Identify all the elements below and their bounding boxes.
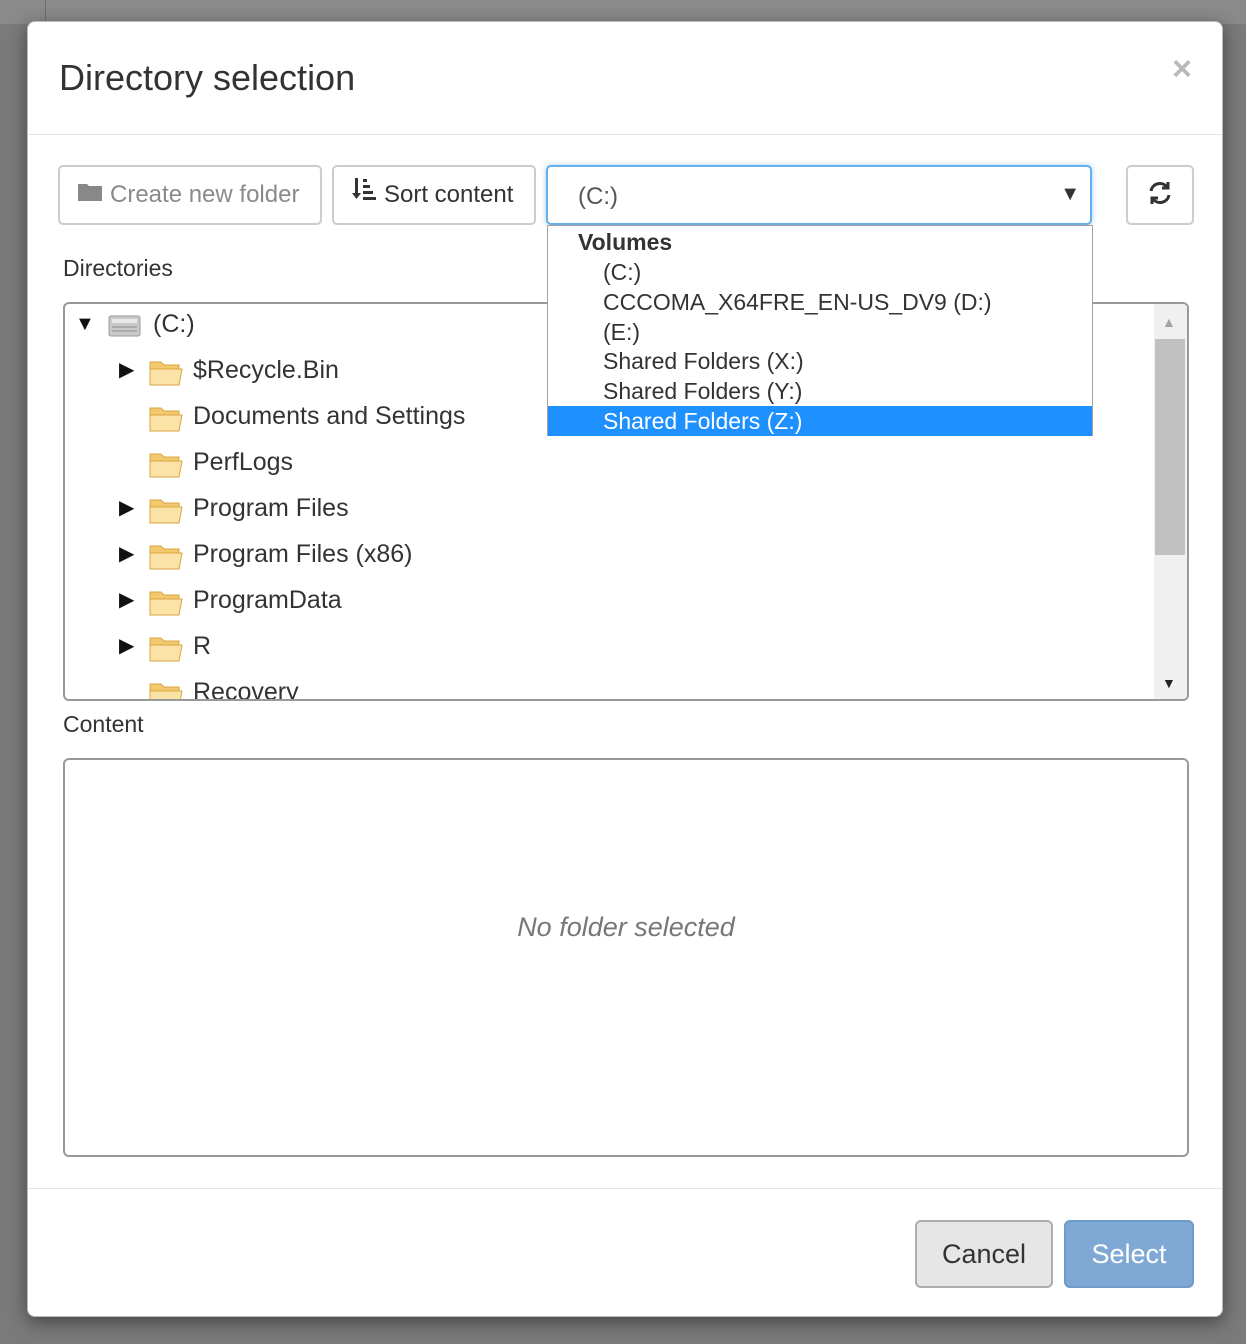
volume-option-x[interactable]: Shared Folders (X:) [548, 346, 1092, 376]
tree-scrollbar[interactable]: ▲ ▼ [1154, 304, 1187, 699]
dialog-footer: Cancel Select [28, 1188, 1222, 1316]
volume-dropdown-list: Volumes (C:) CCCOMA_X64FRE_EN-US_DV9 (D:… [547, 225, 1093, 436]
caret-right-icon[interactable]: ▶ [119, 580, 134, 620]
caret-right-icon[interactable]: ▶ [119, 488, 134, 528]
select-button[interactable]: Select [1064, 1220, 1194, 1288]
refresh-button[interactable] [1126, 165, 1194, 225]
drive-icon [108, 309, 141, 349]
tree-item-label: PerfLogs [193, 448, 294, 476]
folder-open-icon [149, 450, 183, 490]
sort-amount-down-icon [352, 166, 376, 222]
create-new-folder-button[interactable]: Create new folder [58, 165, 322, 225]
directory-selection-dialog: Directory selection × Create new folder … [27, 21, 1223, 1317]
tree-item-label: ProgramData [193, 586, 342, 614]
directories-label: Directories [63, 255, 173, 281]
volume-option-z[interactable]: Shared Folders (Z:) [548, 406, 1092, 436]
sort-content-label: Sort content [384, 181, 514, 208]
tree-item-label: $Recycle.Bin [193, 356, 339, 384]
scrollbar-thumb[interactable] [1155, 339, 1185, 555]
caret-right-icon[interactable]: ▶ [119, 350, 134, 390]
refresh-icon [1147, 171, 1173, 227]
tree-item-label: Program Files (x86) [193, 540, 413, 568]
create-new-folder-label: Create new folder [110, 181, 300, 208]
folder-open-icon [149, 634, 183, 674]
volume-option-d[interactable]: CCCOMA_X64FRE_EN-US_DV9 (D:) [548, 287, 1092, 317]
caret-right-icon[interactable]: ▶ [119, 626, 134, 666]
folder-icon [78, 166, 102, 222]
volume-select[interactable]: (C:) ▼ [546, 165, 1092, 225]
content-panel: No folder selected [63, 758, 1189, 1157]
folder-open-icon [149, 496, 183, 536]
sort-content-button[interactable]: Sort content [332, 165, 536, 225]
folder-open-icon [149, 358, 183, 398]
cancel-button[interactable]: Cancel [915, 1220, 1053, 1288]
tree-item-label: Documents and Settings [193, 402, 466, 430]
caret-down-icon[interactable]: ▼ [75, 304, 95, 344]
volume-option-e[interactable]: (E:) [548, 317, 1092, 347]
toolbar: Create new folder Sort content (C:) ▼ [28, 165, 1222, 227]
tree-item-label: Recovery [193, 678, 299, 701]
chevron-down-icon: ▼ [1060, 183, 1080, 205]
volume-select-value: (C:) [578, 183, 618, 210]
tree-item-label: Program Files [193, 494, 349, 522]
scroll-down-icon[interactable]: ▼ [1162, 675, 1176, 691]
folder-open-icon [149, 542, 183, 582]
volumes-group-label: Volumes [578, 229, 673, 255]
scroll-up-icon[interactable]: ▲ [1162, 314, 1176, 330]
tree-item-label: R [193, 632, 212, 660]
dialog-header: Directory selection × [28, 22, 1222, 135]
dialog-title: Directory selection [59, 57, 356, 98]
content-label: Content [63, 711, 144, 737]
folder-open-icon [149, 680, 183, 699]
close-button[interactable]: × [1172, 52, 1192, 86]
folder-open-icon [149, 404, 183, 444]
volume-option-c[interactable]: (C:) [548, 257, 1092, 287]
folder-open-icon [149, 588, 183, 628]
volume-option-y[interactable]: Shared Folders (Y:) [548, 376, 1092, 406]
caret-right-icon[interactable]: ▶ [119, 534, 134, 574]
empty-state-text: No folder selected [517, 912, 735, 942]
tree-root-label: (C:) [153, 310, 195, 338]
